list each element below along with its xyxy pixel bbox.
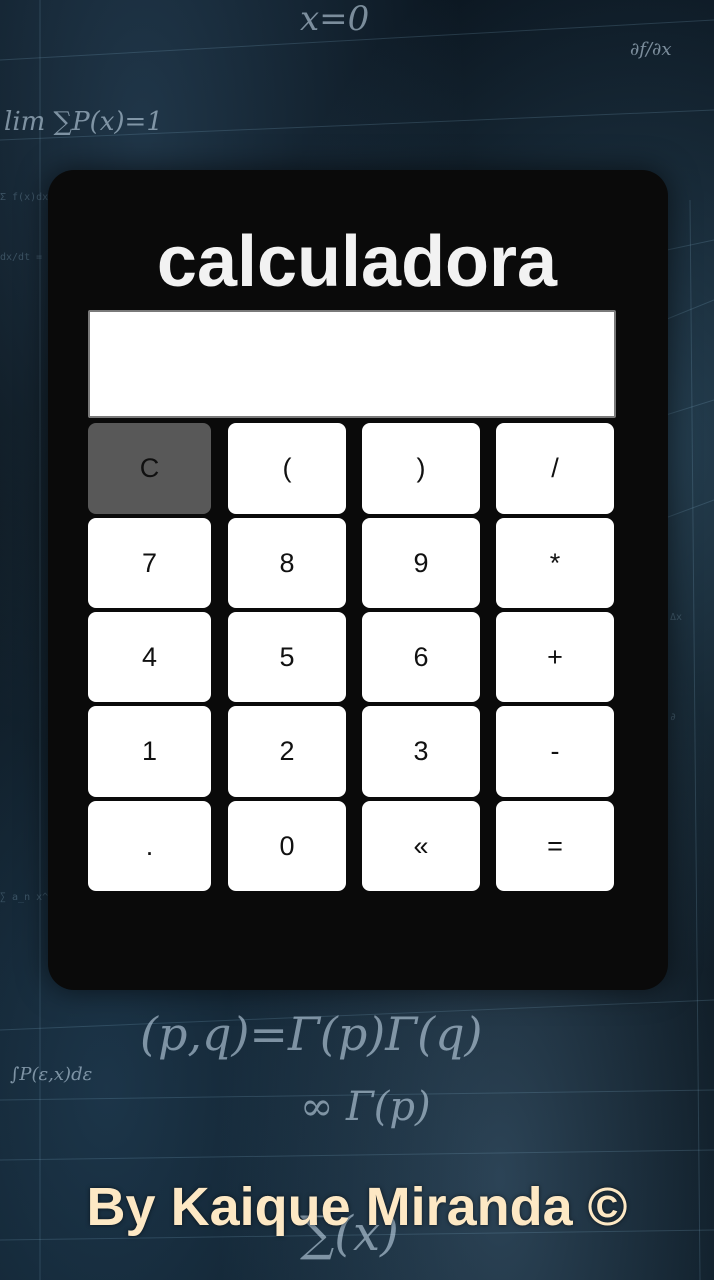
digit-6-button[interactable]: 6 (362, 612, 480, 702)
page-title: calculadora (156, 222, 558, 302)
digit-1-button[interactable]: 1 (88, 706, 211, 797)
digit-8-button[interactable]: 8 (228, 518, 346, 608)
author-credit: By Kaique Miranda © (86, 1177, 628, 1237)
svg-text:Δx: Δx (670, 612, 682, 623)
digit-3-button[interactable]: 3 (362, 706, 480, 797)
close-paren-button[interactable]: ) (362, 423, 480, 514)
digit-5-button[interactable]: 5 (228, 612, 346, 702)
minus-button[interactable]: - (496, 706, 614, 797)
svg-text:(p,q)=Γ(p)Γ(q): (p,q)=Γ(p)Γ(q) (140, 1007, 482, 1061)
svg-text:lim ∑P(x)=1: lim ∑P(x)=1 (4, 107, 163, 137)
svg-text:∂: ∂ (670, 712, 676, 723)
backspace-button[interactable]: « (362, 801, 480, 891)
multiply-button[interactable]: * (496, 518, 614, 608)
digit-9-button[interactable]: 9 (362, 518, 480, 608)
svg-text:∂f/∂x: ∂f/∂x (630, 39, 672, 60)
svg-text:∑ a_n x^n: ∑ a_n x^n (0, 892, 54, 903)
calculator-display[interactable] (88, 310, 616, 418)
svg-text:∫P(ε,x)dε: ∫P(ε,x)dε (10, 1064, 92, 1085)
divide-button[interactable]: / (496, 423, 614, 514)
digit-7-button[interactable]: 7 (88, 518, 211, 608)
svg-text:∞ Γ(p): ∞ Γ(p) (300, 1084, 431, 1130)
decimal-button[interactable]: . (88, 801, 211, 891)
equals-button[interactable]: = (496, 801, 614, 891)
digit-2-button[interactable]: 2 (228, 706, 346, 797)
clear-button[interactable]: C (88, 423, 211, 514)
digit-4-button[interactable]: 4 (88, 612, 211, 702)
digit-0-button[interactable]: 0 (228, 801, 346, 891)
plus-button[interactable]: + (496, 612, 614, 702)
svg-text:x=0: x=0 (300, 0, 369, 39)
open-paren-button[interactable]: ( (228, 423, 346, 514)
